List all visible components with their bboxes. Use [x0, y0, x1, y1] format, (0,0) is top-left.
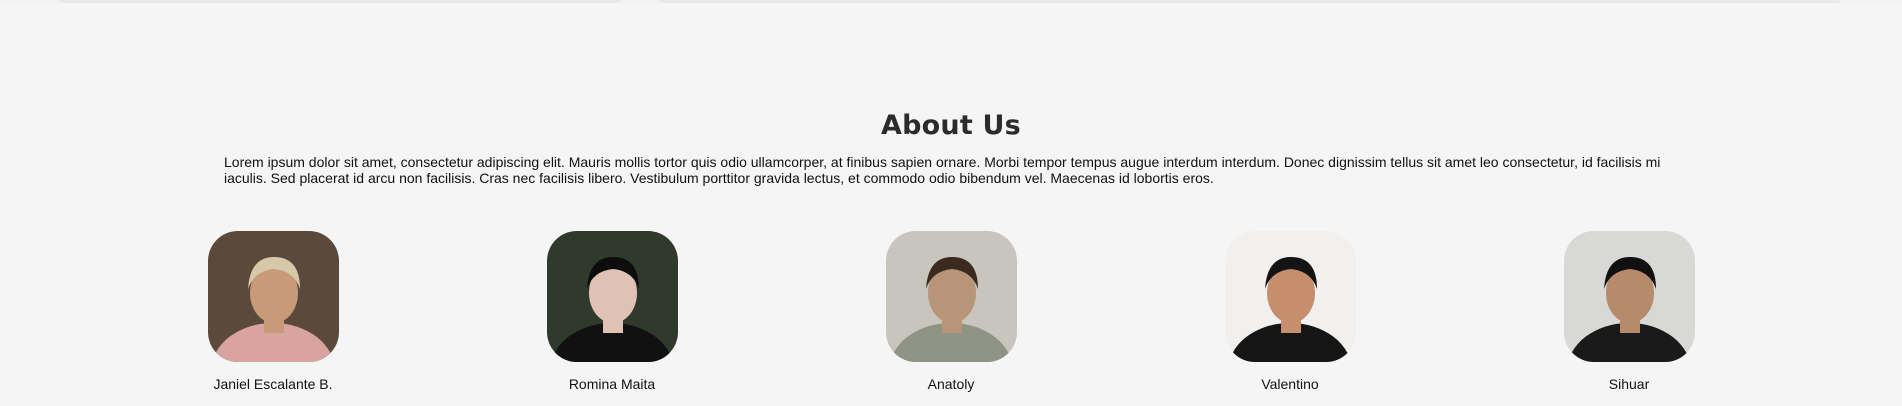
- top-edge-strip: [0, 0, 1902, 4]
- member-name: Valentino: [1261, 376, 1319, 392]
- member-name: Sihuar: [1608, 376, 1650, 392]
- section-title: About Us: [881, 110, 1021, 142]
- member-name: Romina Maita: [568, 376, 656, 392]
- member-photo[interactable]: [1224, 231, 1356, 362]
- member-name: Anatoly: [927, 376, 975, 392]
- member-name: Janiel Escalante B.: [213, 376, 333, 392]
- top-edge-segment: [60, 0, 620, 3]
- team-member: Sihuar: [1529, 231, 1729, 392]
- team-member: Valentino: [1190, 231, 1390, 392]
- top-edge-segment: [660, 0, 1840, 3]
- member-photo[interactable]: [546, 231, 678, 362]
- section-description: Lorem ipsum dolor sit amet, consectetur …: [224, 154, 1661, 186]
- team-member: Janiel Escalante B.: [173, 231, 373, 392]
- member-photo[interactable]: [1563, 231, 1695, 362]
- member-photo[interactable]: [885, 231, 1017, 362]
- team-member: Romina Maita: [512, 231, 712, 392]
- team-member: Anatoly: [851, 231, 1051, 392]
- member-photo[interactable]: [207, 231, 339, 362]
